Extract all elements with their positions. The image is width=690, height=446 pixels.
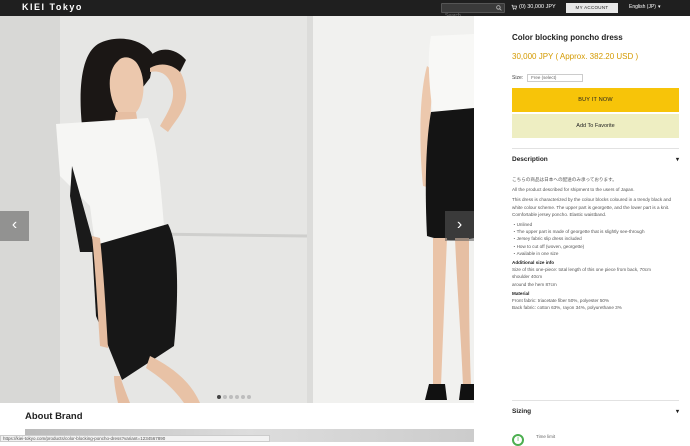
chevron-down-icon: ▾ xyxy=(657,4,661,10)
model-photo-illustration xyxy=(0,16,308,403)
desc-en-note: All the product described for shipment t… xyxy=(512,187,635,193)
size-info-text: Size of this one-piece: total length of … xyxy=(512,267,651,273)
material-line: Front fabric: triacetate fiber 50%, poly… xyxy=(512,298,610,304)
info-icon: i xyxy=(512,434,524,446)
desc-bullet: ・Jersey fabric slip dress included xyxy=(512,236,582,242)
product-photo-model-standing xyxy=(307,16,474,403)
size-label: Size: xyxy=(512,75,524,81)
gallery-pagination xyxy=(217,395,251,399)
about-brand-heading: About Brand xyxy=(25,411,83,422)
size-info-line: around the hem 87cm xyxy=(512,281,557,287)
size-info-heading: Additional size info xyxy=(512,260,555,266)
caret-down-icon: ▾ xyxy=(675,409,679,415)
size-info-line: shoulder 40cm xyxy=(512,274,543,280)
gallery-dot[interactable] xyxy=(217,395,221,399)
desc-jp-note: こちらの商品は日本への配送のみ承っております。 xyxy=(512,177,617,182)
desc-bullet: ・Available in one size xyxy=(512,250,559,256)
language-label: English (JP) xyxy=(629,4,656,10)
sizing-note: Time limit xyxy=(536,434,556,439)
size-select[interactable]: Free (select) xyxy=(527,74,584,82)
search-icon[interactable] xyxy=(496,5,502,11)
brand-logo[interactable]: KIEI Tokyo xyxy=(22,2,83,12)
gallery-dot[interactable] xyxy=(229,395,233,399)
status-bar-url: https://kiei-tokyo.com/products/color-bl… xyxy=(0,435,270,442)
description-toggle[interactable]: Description ▾ xyxy=(512,156,679,163)
product-title: Color blocking poncho dress xyxy=(512,33,623,42)
divider xyxy=(512,148,679,149)
description-body: こちらの商品は日本への配送のみ承っております。 All the product … xyxy=(512,176,679,311)
material-heading: Material xyxy=(512,290,530,296)
material-line: Back fabric: cotton 63%, rayon 34%, poly… xyxy=(512,305,622,311)
top-navigation-bar: KIEI Tokyo (0) 30,000 JPY MY ACCOUNT Eng… xyxy=(0,0,690,20)
description-heading: Description xyxy=(512,156,548,163)
gallery-dot[interactable] xyxy=(247,395,251,399)
gallery-dot[interactable] xyxy=(223,395,227,399)
buy-now-button[interactable]: BUY IT NOW xyxy=(512,88,679,112)
gallery-dot[interactable] xyxy=(235,395,239,399)
size-selector-row: Size: Free (select) xyxy=(512,74,584,82)
my-account-button[interactable]: MY ACCOUNT xyxy=(566,3,618,13)
add-to-favorite-button[interactable]: Add To Favorite xyxy=(512,114,679,138)
cart-total: (0) 30,000 JPY xyxy=(519,4,556,10)
sizing-heading: Sizing xyxy=(512,408,532,415)
divider xyxy=(512,400,679,401)
desc-bullet: ・The upper part is made of georgette tha… xyxy=(512,229,645,235)
gallery-prev-button[interactable]: ‹ xyxy=(0,211,29,241)
product-info-panel: Color blocking poncho dress 30,000 JPY (… xyxy=(474,16,690,446)
product-price: 30,000 JPY ( Approx. 382.20 USD ) xyxy=(512,52,639,61)
model-photo-illustration-2 xyxy=(307,16,474,403)
language-selector[interactable]: English (JP) ▾ xyxy=(629,4,660,10)
caret-down-icon: ▾ xyxy=(675,157,679,163)
cart-icon xyxy=(511,4,517,10)
product-photo-model-leaning xyxy=(0,16,308,403)
product-gallery[interactable]: ‹ › xyxy=(0,16,474,403)
search-box[interactable] xyxy=(441,3,505,20)
gallery-next-button[interactable]: › xyxy=(445,211,474,241)
desc-bullet: ・Unlined xyxy=(512,222,533,228)
desc-bullet: ・How to cut off (woven, georgette) xyxy=(512,243,585,249)
gallery-dot[interactable] xyxy=(241,395,245,399)
desc-paragraph: This dress is characterized by the colou… xyxy=(512,197,672,217)
sizing-toggle[interactable]: Sizing ▾ xyxy=(512,408,679,415)
cart-link[interactable]: (0) 30,000 JPY xyxy=(511,4,556,10)
